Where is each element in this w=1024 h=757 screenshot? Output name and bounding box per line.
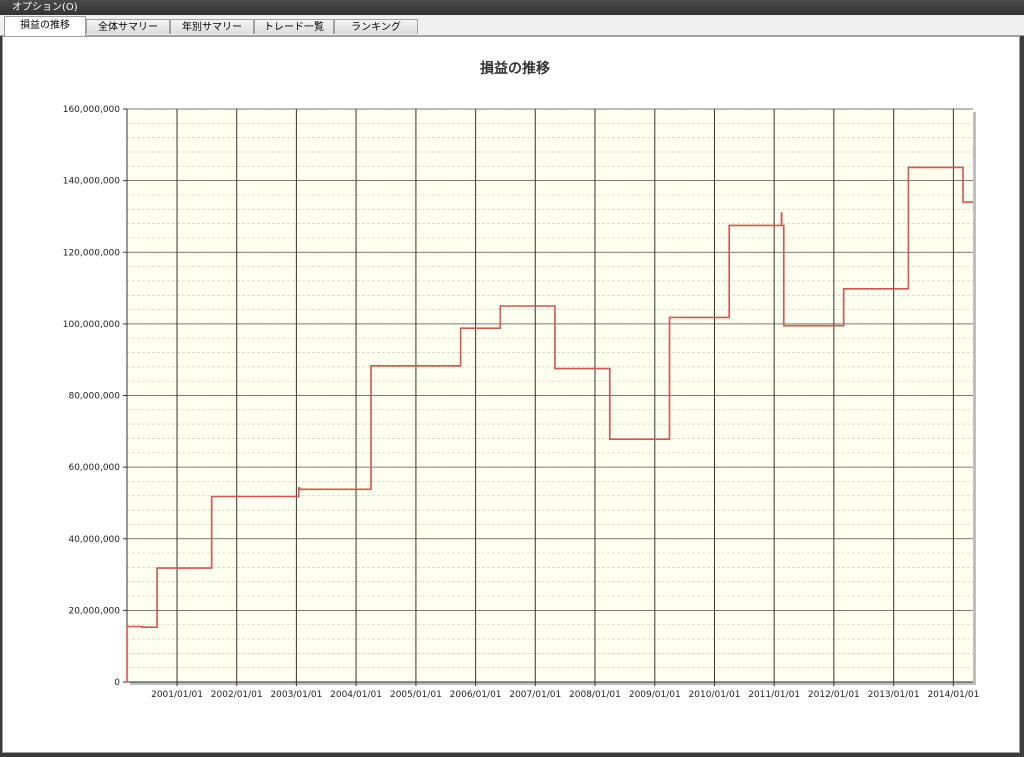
y-tick-label: 60,000,000 [68,463,120,473]
x-tick-label: 2004/01/01 [330,690,382,700]
y-tick-label: 20,000,000 [68,606,120,616]
chart-panel: 0 20,000,000 40,000,000 60,000,000 80,000,00… [2,36,1020,753]
y-tick-label: 140,000,000 [63,177,121,187]
tab-pnl-trend[interactable]: 損益の推移 [4,16,86,36]
x-tick-label: 2006/01/01 [450,690,502,700]
options-menu[interactable]: オプション(O) [0,2,78,13]
chart-title: 損益の推移 [480,60,550,77]
y-tick-label: 120,000,000 [63,248,121,258]
pnl-chart: 0 20,000,000 40,000,000 60,000,000 80,000,00… [63,60,980,700]
x-tick-label: 2001/01/01 [151,690,203,700]
x-tick-label: 2009/01/01 [629,690,681,700]
y-tick-label: 0 [114,678,120,688]
x-tick-label: 2007/01/01 [509,690,561,700]
x-tick-label: 2011/01/01 [748,690,800,700]
y-tick-label: 100,000,000 [63,320,121,330]
tab-strip: 損益の推移 全体サマリー 年別サマリー トレード一覧 ランキング [0,15,1024,36]
y-tick-label: 80,000,000 [68,392,120,402]
tab-overall-summary[interactable]: 全体サマリー [86,19,170,34]
x-tick-label: 2012/01/01 [808,690,860,700]
y-tick-label: 40,000,000 [68,535,120,545]
x-tick-label: 2013/01/01 [868,690,920,700]
y-tick-label: 160,000,000 [63,105,121,115]
x-tick-label: 2014/01/01 [927,690,979,700]
x-tick-label: 2005/01/01 [390,690,442,700]
x-tick-label: 2008/01/01 [569,690,621,700]
menu-bar: オプション(O) [0,0,1024,15]
x-tick-label: 2010/01/01 [689,690,741,700]
x-tick-label: 2003/01/01 [270,690,322,700]
tab-yearly-summary[interactable]: 年別サマリー [170,19,254,34]
x-tick-label: 2002/01/01 [211,690,263,700]
tab-ranking[interactable]: ランキング [334,19,418,34]
tab-trade-list[interactable]: トレード一覧 [254,19,334,34]
